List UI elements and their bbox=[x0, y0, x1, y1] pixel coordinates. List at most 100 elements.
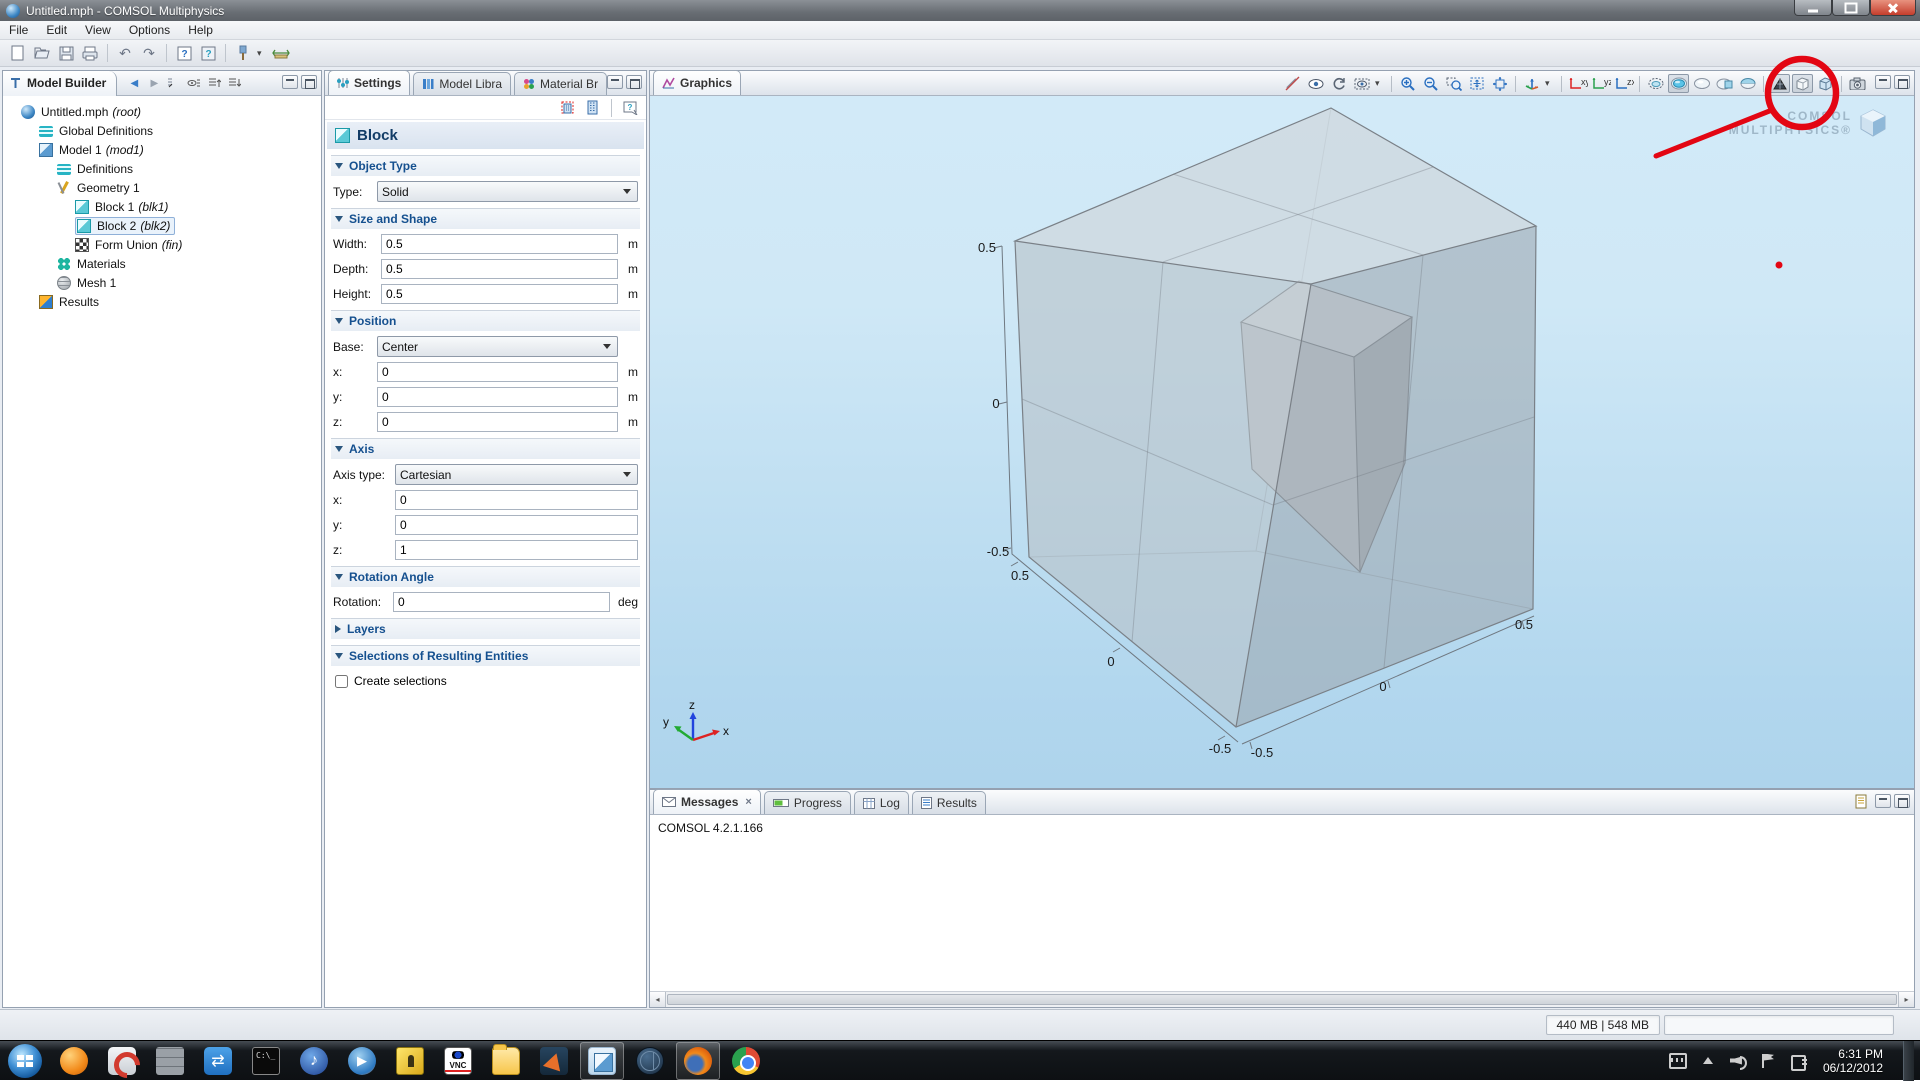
close-button[interactable] bbox=[1870, 0, 1916, 16]
context-help-icon[interactable]: ? bbox=[197, 42, 219, 64]
select-sphere-icon[interactable] bbox=[1691, 74, 1712, 93]
panel-minimize-icon[interactable] bbox=[282, 75, 298, 89]
help-icon[interactable]: ? bbox=[173, 42, 195, 64]
taskbar-media-player[interactable] bbox=[340, 1042, 384, 1080]
tree-item-definitions[interactable]: Definitions bbox=[7, 159, 317, 178]
view-menu-caret-icon[interactable]: ▾ bbox=[1374, 74, 1386, 93]
tab-messages[interactable]: Messages × bbox=[653, 789, 761, 814]
minimize-button[interactable] bbox=[1794, 0, 1832, 16]
move-up-icon[interactable] bbox=[205, 74, 223, 92]
conceal-icon[interactable] bbox=[1282, 74, 1303, 93]
menu-options[interactable]: Options bbox=[120, 21, 179, 39]
refresh-view-icon[interactable] bbox=[1328, 74, 1349, 93]
height-field[interactable] bbox=[381, 284, 618, 304]
material-appearance-caret-icon[interactable]: ▾ bbox=[256, 42, 268, 64]
tree-item-mesh1[interactable]: Mesh 1 bbox=[7, 273, 317, 292]
panel-maximize-icon[interactable] bbox=[626, 75, 642, 89]
material-rendering-icon[interactable] bbox=[1815, 74, 1836, 93]
rotation-field[interactable] bbox=[393, 592, 610, 612]
scroll-left-icon[interactable]: ◂ bbox=[650, 992, 666, 1007]
show-icon[interactable] bbox=[1305, 74, 1326, 93]
panel-minimize-icon[interactable] bbox=[1875, 794, 1891, 808]
new-file-icon[interactable] bbox=[7, 42, 29, 64]
model-builder-tab[interactable]: Model Builder bbox=[3, 71, 117, 96]
default-3d-view-icon[interactable] bbox=[1521, 74, 1542, 93]
taskbar-bricks-game[interactable] bbox=[148, 1042, 192, 1080]
clock[interactable]: 6:31 PM 06/12/2012 bbox=[1823, 1047, 1883, 1075]
section-axis-header[interactable]: Axis bbox=[331, 438, 640, 459]
menu-file[interactable]: File bbox=[0, 21, 37, 39]
report-icon[interactable] bbox=[1854, 794, 1868, 809]
tab-model-library[interactable]: Model Libra bbox=[413, 72, 511, 95]
axis-y-field[interactable] bbox=[395, 515, 638, 535]
keyboard-icon[interactable] bbox=[1669, 1053, 1687, 1069]
tab-settings[interactable]: Settings bbox=[328, 70, 410, 95]
build-all-icon[interactable] bbox=[582, 98, 602, 118]
save-icon[interactable] bbox=[55, 42, 77, 64]
power-plug-icon[interactable] bbox=[1789, 1053, 1807, 1069]
undo-icon[interactable]: ↶ bbox=[114, 42, 136, 64]
wireframe-rendering-icon[interactable] bbox=[1769, 74, 1790, 93]
show-options-icon[interactable] bbox=[185, 74, 203, 92]
transparency-icon[interactable] bbox=[1792, 74, 1813, 93]
depth-field[interactable] bbox=[381, 259, 618, 279]
section-object-type-header[interactable]: Object Type bbox=[331, 155, 640, 176]
taskbar-matlab[interactable] bbox=[532, 1042, 576, 1080]
show-desktop-button[interactable] bbox=[1903, 1041, 1914, 1081]
zoom-box-icon[interactable] bbox=[1443, 74, 1464, 93]
settings-help-icon[interactable]: ? bbox=[621, 98, 641, 118]
section-selections-header[interactable]: Selections of Resulting Entities bbox=[331, 645, 640, 666]
position-z-field[interactable] bbox=[377, 412, 618, 432]
select-half-sphere-icon[interactable] bbox=[1737, 74, 1758, 93]
redo-icon[interactable]: ↷ bbox=[138, 42, 160, 64]
scroll-right-icon[interactable]: ▸ bbox=[1898, 992, 1914, 1007]
tab-progress[interactable]: Progress bbox=[764, 791, 851, 814]
width-field[interactable] bbox=[381, 234, 618, 254]
start-button[interactable] bbox=[8, 1044, 42, 1078]
go-to-xy-view-icon[interactable]: xy bbox=[1567, 74, 1588, 93]
forward-icon[interactable]: ▶ bbox=[145, 74, 163, 92]
messages-horizontal-scrollbar[interactable]: ◂ ▸ bbox=[650, 991, 1914, 1007]
taskbar-keepass[interactable] bbox=[388, 1042, 432, 1080]
tree-item-model1[interactable]: Model 1(mod1) bbox=[7, 140, 317, 159]
open-file-icon[interactable] bbox=[31, 42, 53, 64]
taskbar-file-explorer[interactable] bbox=[484, 1042, 528, 1080]
axis-x-field[interactable] bbox=[395, 490, 638, 510]
zoom-extents-icon[interactable] bbox=[1489, 74, 1510, 93]
print-icon[interactable] bbox=[79, 42, 101, 64]
panel-maximize-icon[interactable] bbox=[1894, 75, 1910, 89]
position-x-field[interactable] bbox=[377, 362, 618, 382]
taskbar-comsol[interactable] bbox=[580, 1042, 624, 1080]
volume-icon[interactable] bbox=[1729, 1053, 1747, 1069]
taskbar-teamviewer[interactable] bbox=[196, 1042, 240, 1080]
tree-item-form-union[interactable]: Form Union(fin) bbox=[7, 235, 317, 254]
section-position-header[interactable]: Position bbox=[331, 310, 640, 331]
panel-maximize-icon[interactable] bbox=[301, 75, 317, 89]
position-y-field[interactable] bbox=[377, 387, 618, 407]
view-menu-icon[interactable]: ▾ bbox=[1544, 74, 1556, 93]
zoom-out-icon[interactable] bbox=[1420, 74, 1441, 93]
object-type-select[interactable]: Solid bbox=[377, 181, 638, 202]
measure-icon[interactable] bbox=[270, 42, 292, 64]
panel-minimize-icon[interactable] bbox=[607, 75, 623, 89]
taskbar-command-prompt[interactable] bbox=[244, 1042, 288, 1080]
language-flag-icon[interactable] bbox=[1759, 1053, 1777, 1069]
tree-item-root[interactable]: Untitled.mph(root) bbox=[7, 102, 317, 121]
zoom-selected-icon[interactable] bbox=[1466, 74, 1487, 93]
select-sphere-dashed-icon[interactable] bbox=[1645, 74, 1666, 93]
tab-log[interactable]: Log bbox=[854, 791, 909, 814]
image-snapshot-icon[interactable] bbox=[1847, 74, 1868, 93]
panel-maximize-icon[interactable] bbox=[1894, 794, 1910, 808]
base-select[interactable]: Center bbox=[377, 336, 618, 357]
tree-item-geometry1[interactable]: Geometry 1 bbox=[7, 178, 317, 197]
material-appearance-icon[interactable] bbox=[232, 42, 254, 64]
taskbar-ccleaner[interactable] bbox=[100, 1042, 144, 1080]
panel-minimize-icon[interactable] bbox=[1875, 75, 1891, 89]
axis-type-select[interactable]: Cartesian bbox=[395, 464, 638, 485]
go-to-yz-view-icon[interactable]: yz bbox=[1590, 74, 1611, 93]
select-box-icon[interactable] bbox=[1714, 74, 1735, 93]
tab-results[interactable]: Results bbox=[912, 791, 986, 814]
view-hidden-icon[interactable] bbox=[1351, 74, 1372, 93]
section-size-shape-header[interactable]: Size and Shape bbox=[331, 208, 640, 229]
show-hidden-icons[interactable] bbox=[1699, 1053, 1717, 1069]
